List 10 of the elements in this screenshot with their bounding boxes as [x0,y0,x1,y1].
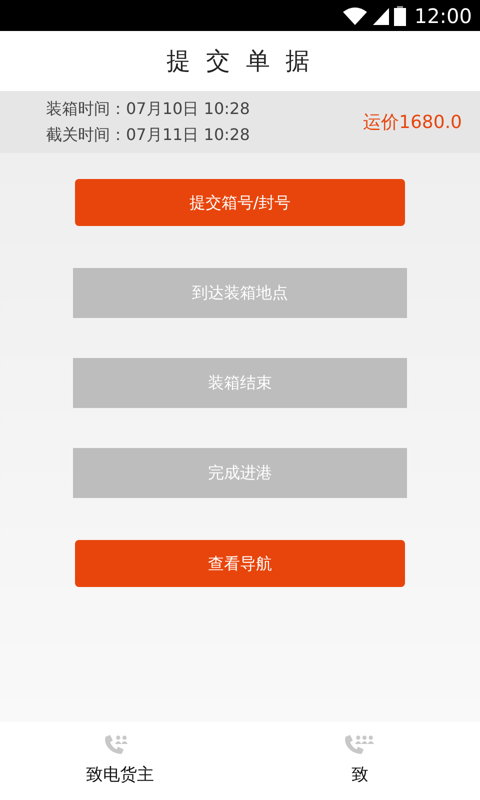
time-text: 装箱时间：07月10日 10:28 [46,98,250,120]
signal-icon [372,6,390,26]
page-title: 提 交 单 据 [166,46,314,77]
wifi-icon [342,6,368,26]
status-time: 12:00 [414,2,472,30]
action-button[interactable]: 查看导航 [75,540,405,587]
action-button[interactable]: 提交箱号/封号 [75,179,405,226]
time-text: 截关时间：07月11日 10:28 [46,124,250,146]
price-text: 运价1680.0 [363,110,462,134]
battery-icon [394,6,406,26]
